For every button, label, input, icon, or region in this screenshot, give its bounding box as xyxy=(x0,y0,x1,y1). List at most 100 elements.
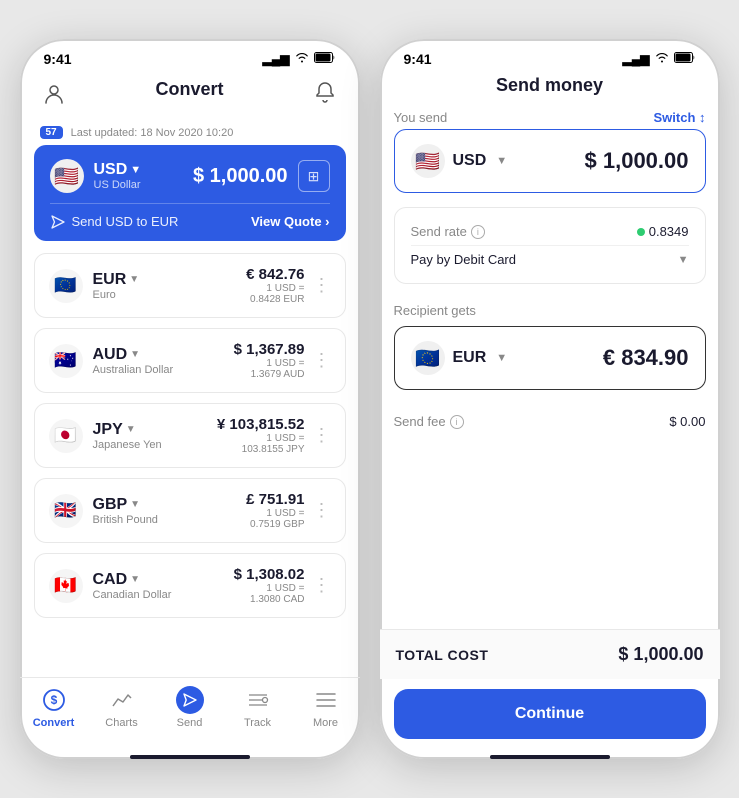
charts-nav-label: Charts xyxy=(105,717,137,729)
main-currency-left: 🇺🇸 USD ▼ US Dollar xyxy=(50,159,142,193)
sender-currency-selector[interactable]: 🇺🇸 USD ▼ xyxy=(411,144,508,178)
currency-flag: 🇦🇺 xyxy=(49,344,83,378)
sender-caret: ▼ xyxy=(496,155,507,167)
you-send-amount-row: 🇺🇸 USD ▼ $ 1,000.00 xyxy=(411,144,689,178)
right-header-title: Send money xyxy=(496,75,603,96)
calculator-icon[interactable]: ⊞ xyxy=(298,160,330,192)
sender-amount: $ 1,000.00 xyxy=(585,148,689,174)
rate-info: € 842.76 1 USD =0.8428 EUR xyxy=(246,266,304,305)
usd-flag: 🇺🇸 xyxy=(50,159,84,193)
send-fee-info-icon: i xyxy=(450,415,464,429)
currency-list-item[interactable]: 🇦🇺 AUD ▼ Australian Dollar $ 1,367.89 1 … xyxy=(34,328,346,393)
rate-main: € 842.76 xyxy=(246,266,304,283)
currency-flag: 🇬🇧 xyxy=(49,494,83,528)
currency-name: Japanese Yen xyxy=(93,439,162,451)
battery-icon xyxy=(314,52,336,66)
rate-info: $ 1,308.02 1 USD =1.3080 CAD xyxy=(234,566,305,605)
currency-item-left: 🇨🇦 CAD ▼ Canadian Dollar xyxy=(49,569,172,603)
nav-item-charts[interactable]: Charts xyxy=(88,686,156,729)
recipient-card[interactable]: 🇪🇺 EUR ▼ € 834.90 xyxy=(394,326,706,390)
svg-text:$: $ xyxy=(50,693,57,707)
currency-list-item[interactable]: 🇪🇺 EUR ▼ Euro € 842.76 1 USD =0.8428 EUR… xyxy=(34,253,346,318)
convert-nav-label: Convert xyxy=(33,717,75,729)
convert-nav-icon: $ xyxy=(40,686,68,714)
notification-icon[interactable] xyxy=(311,79,339,107)
left-header-title: Convert xyxy=(135,75,243,110)
currency-name: Euro xyxy=(93,289,140,301)
continue-button[interactable]: Continue xyxy=(394,689,706,739)
currency-list-item[interactable]: 🇯🇵 JPY ▼ Japanese Yen ¥ 103,815.52 1 USD… xyxy=(34,403,346,468)
send-rate-info-icon: i xyxy=(471,225,485,239)
rate-info: ¥ 103,815.52 1 USD =103.8155 JPY xyxy=(217,416,305,455)
signal-icon: ▂▄▆ xyxy=(263,52,290,66)
sender-code: USD xyxy=(453,152,487,170)
update-badge: 57 xyxy=(40,126,63,139)
total-cost-value: $ 1,000.00 xyxy=(618,644,703,665)
nav-item-convert[interactable]: $ Convert xyxy=(20,686,88,729)
recipient-currency-selector[interactable]: 🇪🇺 EUR ▼ xyxy=(411,341,508,375)
main-currency-card[interactable]: 🇺🇸 USD ▼ US Dollar $ 1,000. xyxy=(34,145,346,241)
sender-flag: 🇺🇸 xyxy=(411,144,445,178)
currency-rate-right: ¥ 103,815.52 1 USD =103.8155 JPY ⋮ xyxy=(217,416,331,455)
r-wifi-icon xyxy=(655,52,669,66)
currency-code: JPY ▼ xyxy=(93,421,162,439)
pay-method-label: Pay by Debit Card xyxy=(411,252,517,267)
green-dot xyxy=(637,228,645,236)
send-details-card: Send rate i 0.8349 Pay by Debit Card ▼ xyxy=(394,207,706,284)
r-signal-icon: ▂▄▆ xyxy=(623,52,650,66)
usd-code[interactable]: USD ▼ xyxy=(94,161,142,179)
view-quote-btn[interactable]: View Quote › xyxy=(251,214,330,229)
right-status-bar: 9:41 ▂▄▆ xyxy=(380,39,720,71)
send-fee-val: $ 0.00 xyxy=(669,414,705,429)
left-scroll-content: 🇺🇸 USD ▼ US Dollar $ 1,000. xyxy=(20,145,360,677)
total-cost-row: TOTAL COST $ 1,000.00 xyxy=(380,629,720,679)
left-app-header: Convert xyxy=(20,71,360,120)
currency-item-left: 🇯🇵 JPY ▼ Japanese Yen xyxy=(49,419,162,453)
update-bar: 57 Last updated: 18 Nov 2020 10:20 xyxy=(20,120,360,145)
right-status-icons: ▂▄▆ xyxy=(623,52,696,66)
currency-list: 🇪🇺 EUR ▼ Euro € 842.76 1 USD =0.8428 EUR… xyxy=(34,253,346,618)
right-app-header: Send money xyxy=(380,71,720,106)
send-row[interactable]: Send USD to EUR View Quote › xyxy=(50,203,330,241)
currency-item-left: 🇬🇧 GBP ▼ British Pound xyxy=(49,494,158,528)
recipient-code: EUR xyxy=(453,349,487,367)
recipient-caret: ▼ xyxy=(496,352,507,364)
left-phone: 9:41 ▂▄▆ xyxy=(20,39,360,759)
right-home-indicator xyxy=(490,755,610,759)
currency-list-item[interactable]: 🇨🇦 CAD ▼ Canadian Dollar $ 1,308.02 1 US… xyxy=(34,553,346,618)
update-text: Last updated: 18 Nov 2020 10:20 xyxy=(71,127,234,139)
currency-code: CAD ▼ xyxy=(93,571,172,589)
currency-rate-right: $ 1,367.89 1 USD =1.3679 AUD ⋮ xyxy=(234,341,331,380)
right-time: 9:41 xyxy=(404,51,432,67)
more-dots-icon[interactable]: ⋮ xyxy=(313,575,331,596)
switch-btn[interactable]: Switch ↕ xyxy=(653,110,705,125)
send-nav-label: Send xyxy=(177,717,203,729)
currency-list-item[interactable]: 🇬🇧 GBP ▼ British Pound £ 751.91 1 USD =0… xyxy=(34,478,346,543)
more-dots-icon[interactable]: ⋮ xyxy=(313,275,331,296)
pay-method-caret: ▼ xyxy=(678,254,689,266)
send-label: Send USD to EUR xyxy=(50,214,179,229)
rate-main: ¥ 103,815.52 xyxy=(217,416,305,433)
you-send-header-row: You send Switch ↕ xyxy=(394,106,706,129)
profile-icon[interactable] xyxy=(40,79,68,107)
right-scroll-content: You send Switch ↕ 🇺🇸 USD ▼ xyxy=(380,106,720,629)
recipient-flag: 🇪🇺 xyxy=(411,341,445,375)
currency-flag: 🇨🇦 xyxy=(49,569,83,603)
recipient-label: Recipient gets xyxy=(394,303,476,318)
currency-flag: 🇪🇺 xyxy=(49,269,83,303)
nav-item-send[interactable]: Send xyxy=(156,686,224,729)
rate-sub: 1 USD =1.3080 CAD xyxy=(234,583,305,605)
nav-item-track[interactable]: Track xyxy=(224,686,292,729)
pay-method-row[interactable]: Pay by Debit Card ▼ xyxy=(411,245,689,273)
rate-main: £ 751.91 xyxy=(246,491,304,508)
send-fee-label: Send fee i xyxy=(394,414,464,429)
home-indicator xyxy=(130,755,250,759)
nav-item-more[interactable]: More xyxy=(292,686,360,729)
currency-name: Canadian Dollar xyxy=(93,589,172,601)
charts-nav-icon xyxy=(108,686,136,714)
more-nav-label: More xyxy=(313,717,338,729)
more-dots-icon[interactable]: ⋮ xyxy=(313,425,331,446)
more-dots-icon[interactable]: ⋮ xyxy=(313,500,331,521)
you-send-card[interactable]: 🇺🇸 USD ▼ $ 1,000.00 xyxy=(394,129,706,193)
more-dots-icon[interactable]: ⋮ xyxy=(313,350,331,371)
